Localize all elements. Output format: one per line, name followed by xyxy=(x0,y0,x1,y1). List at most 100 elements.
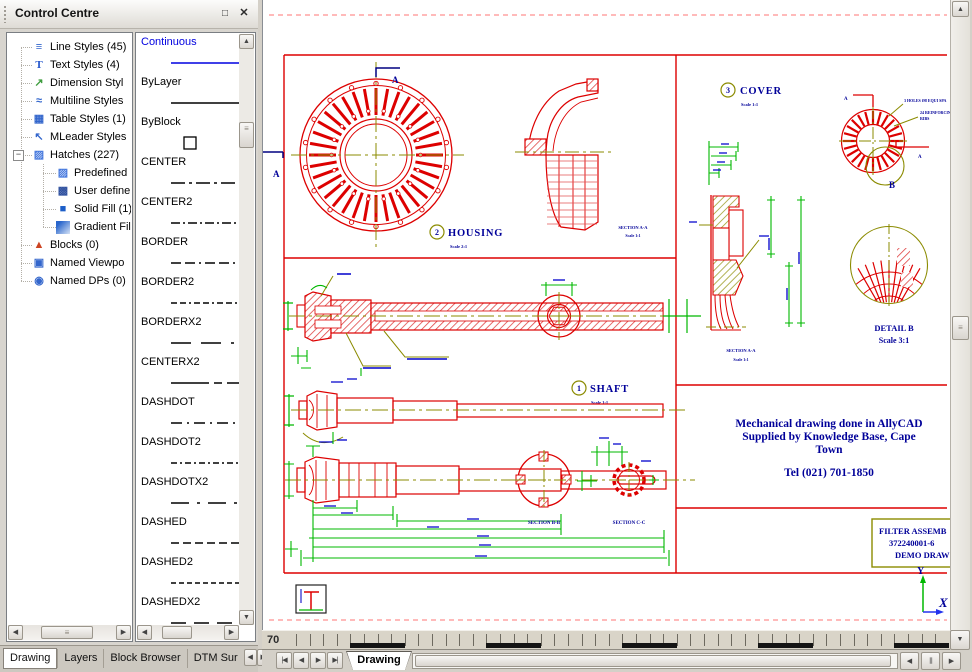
tree-hscroll-thumb[interactable]: ≡ xyxy=(41,626,93,639)
linestyle-sample xyxy=(169,575,239,591)
main-vscroll-thumb[interactable]: ≡ xyxy=(952,316,969,340)
scroll-left-icon[interactable]: ◀ xyxy=(137,625,152,640)
linestyle-sample xyxy=(169,295,239,311)
tree-item-line-styles[interactable]: ≡Line Styles (45) xyxy=(8,38,131,56)
tree-item-blocks[interactable]: ▲Blocks (0) xyxy=(8,236,131,254)
cad-drawing[interactable]: A A SECTION A-A Scale 1:1 2 HOUSING Scal… xyxy=(263,0,951,630)
svg-text:2: 2 xyxy=(435,228,439,237)
scroll-right-icon[interactable]: ▶ xyxy=(224,625,239,640)
first-sheet-button[interactable]: |◀ xyxy=(276,652,292,669)
main-hscroll-track[interactable] xyxy=(412,653,898,669)
panel-tab-block-browser[interactable]: Block Browser xyxy=(103,649,186,668)
styles-tree[interactable]: ≡Line Styles (45)TText Styles (4)↗Dimens… xyxy=(8,34,131,625)
prev-sheet-button[interactable]: ◀ xyxy=(293,652,309,669)
tree-item-label: Text Styles (4) xyxy=(50,59,120,71)
tree-item-named-dps[interactable]: ◉Named DPs (0) xyxy=(8,272,131,290)
tree-hscroll-track[interactable]: ≡ xyxy=(23,625,116,640)
svg-text:Mechanical drawing done in All: Mechanical drawing done in AllyCAD xyxy=(735,418,922,430)
svg-text:HOUSING: HOUSING xyxy=(448,228,503,239)
linestyle-name: ByBlock xyxy=(141,116,239,130)
ruler-value: 70 xyxy=(267,634,279,646)
linestyle-row-dashdot2[interactable]: DASHDOT2 xyxy=(141,436,239,476)
ruler-bar xyxy=(650,643,664,648)
ruler-tick xyxy=(704,634,705,646)
tree-item-hatch-user-defined[interactable]: ▩User define xyxy=(8,182,131,200)
scroll-down-icon[interactable]: ▼ xyxy=(239,610,254,625)
linestyle-row-center2[interactable]: CENTER2 xyxy=(141,196,239,236)
linestyle-row-centerx2[interactable]: CENTERX2 xyxy=(141,356,239,396)
linestyle-row-dashedx2[interactable]: DASHEDX2 xyxy=(141,596,239,625)
tree-item-table-styles[interactable]: ▦Table Styles (1) xyxy=(8,110,131,128)
list-hscroll-track[interactable] xyxy=(152,625,224,640)
tree-item-mleader-styles[interactable]: ↖MLeader Styles xyxy=(8,128,131,146)
tab-scroll-left-icon[interactable]: ◀ xyxy=(244,649,257,666)
last-sheet-button[interactable]: ▶| xyxy=(327,652,343,669)
collapse-icon[interactable]: − xyxy=(13,150,24,161)
housing-label: 2 HOUSING Scale 2:1 xyxy=(430,225,503,249)
svg-text:24 REINFORCING: 24 REINFORCING xyxy=(920,110,951,115)
list-vscroll-thumb[interactable]: ≡ xyxy=(239,122,254,148)
svg-text:Scale 3:1: Scale 3:1 xyxy=(879,336,909,345)
drag-grip-icon[interactable] xyxy=(3,5,8,23)
linestyle-row-bylayer[interactable]: ByLayer xyxy=(141,76,239,116)
ruler-tick xyxy=(418,634,419,646)
tree-item-hatch-predefined[interactable]: ▨Predefined xyxy=(8,164,131,182)
scroll-right-icon[interactable]: ▶ xyxy=(116,625,131,640)
linestyle-sample xyxy=(169,95,239,111)
linestyle-row-border[interactable]: BORDER xyxy=(141,236,239,276)
linestyle-row-borderx2[interactable]: BORDERX2 xyxy=(141,316,239,356)
linestyle-row-dashdotx2[interactable]: DASHDOTX2 xyxy=(141,476,239,516)
hatch-predefined-icon: ▨ xyxy=(56,167,70,180)
panel-titlebar[interactable]: Control Centre □ ✕ xyxy=(0,0,258,29)
main-hscroll-thumb[interactable] xyxy=(415,655,891,667)
panel-tab-dtm-sur[interactable]: DTM Sur xyxy=(187,649,244,668)
sheet-tab-drawing[interactable]: Drawing xyxy=(346,651,412,670)
svg-text:3: 3 xyxy=(726,86,730,95)
ruler-tick xyxy=(881,634,882,646)
main-vscrollbar[interactable]: ▲ ≡ xyxy=(950,0,970,630)
sheet-tab-label[interactable]: Drawing xyxy=(347,652,411,670)
list-vscrollbar[interactable]: ▲ ≡ ▼ xyxy=(239,34,254,625)
scroll-up-icon[interactable]: ▲ xyxy=(239,34,254,49)
next-sheet-button[interactable]: ▶ xyxy=(310,652,326,669)
scroll-left-icon[interactable]: ◀ xyxy=(900,652,919,670)
scroll-up-icon[interactable]: ▲ xyxy=(952,1,969,17)
linestyle-row-dashdot[interactable]: DASHDOT xyxy=(141,396,239,436)
ruler-tick xyxy=(337,634,338,646)
linestyle-row-border2[interactable]: BORDER2 xyxy=(141,276,239,316)
linestyle-row-continuous[interactable]: Continuous xyxy=(141,36,239,76)
tree-item-multiline-styles[interactable]: ≈Multiline Styles xyxy=(8,92,131,110)
tree-item-named-viewports[interactable]: ▣Named Viewpo xyxy=(8,254,131,272)
svg-text:Scale 1:1: Scale 1:1 xyxy=(625,233,640,238)
linestyle-name: DASHDOT2 xyxy=(141,436,239,450)
close-icon[interactable]: ✕ xyxy=(236,6,252,21)
tree-item-gradient-fill[interactable]: Gradient Fil xyxy=(8,218,131,236)
linestyle-row-dashed[interactable]: DASHED xyxy=(141,516,239,556)
linestyle-row-center[interactable]: CENTER xyxy=(141,156,239,196)
scroll-down-icon[interactable]: ▼ xyxy=(950,630,970,650)
tree-item-text-styles[interactable]: TText Styles (4) xyxy=(8,56,131,74)
tree-item-solid-fill[interactable]: ■Solid Fill (1) xyxy=(8,200,131,218)
panel-tab-layers[interactable]: Layers xyxy=(57,649,103,668)
tree-item-hatches[interactable]: −▨Hatches (227) xyxy=(8,146,131,164)
scroll-right-icon[interactable]: ▶ xyxy=(942,652,961,670)
float-window-icon[interactable]: □ xyxy=(217,6,233,21)
tree-item-label: Table Styles (1) xyxy=(50,113,126,125)
linestyle-row-dashed2[interactable]: DASHED2 xyxy=(141,556,239,596)
scroll-left-icon[interactable]: ◀ xyxy=(8,625,23,640)
linestyle-name: ByLayer xyxy=(141,76,239,90)
list-hscrollbar[interactable]: ◀ ▶ xyxy=(137,625,239,640)
styles-tree-box: ≡Line Styles (45)TText Styles (4)↗Dimens… xyxy=(6,32,133,642)
ruler-bar xyxy=(799,643,813,648)
panel-tab-drawing[interactable]: Drawing xyxy=(3,648,57,669)
tree-item-dimension-styles[interactable]: ↗Dimension Styl xyxy=(8,74,131,92)
svg-text:SHAFT: SHAFT xyxy=(590,384,629,395)
linestyle-list[interactable]: ContinuousByLayerByBlockCENTERCENTER2BOR… xyxy=(137,34,239,625)
list-hscroll-thumb[interactable] xyxy=(162,626,192,639)
drawing-canvas[interactable]: A A SECTION A-A Scale 1:1 2 HOUSING Scal… xyxy=(262,0,950,630)
tree-hscrollbar[interactable]: ◀ ≡ ▶ xyxy=(8,625,131,640)
gradient-fill-icon xyxy=(56,221,70,234)
linestyle-row-byblock[interactable]: ByBlock xyxy=(141,116,239,156)
housing-front-view: A A xyxy=(263,62,464,248)
splitter-grip-icon[interactable]: ⫼ xyxy=(921,652,940,670)
